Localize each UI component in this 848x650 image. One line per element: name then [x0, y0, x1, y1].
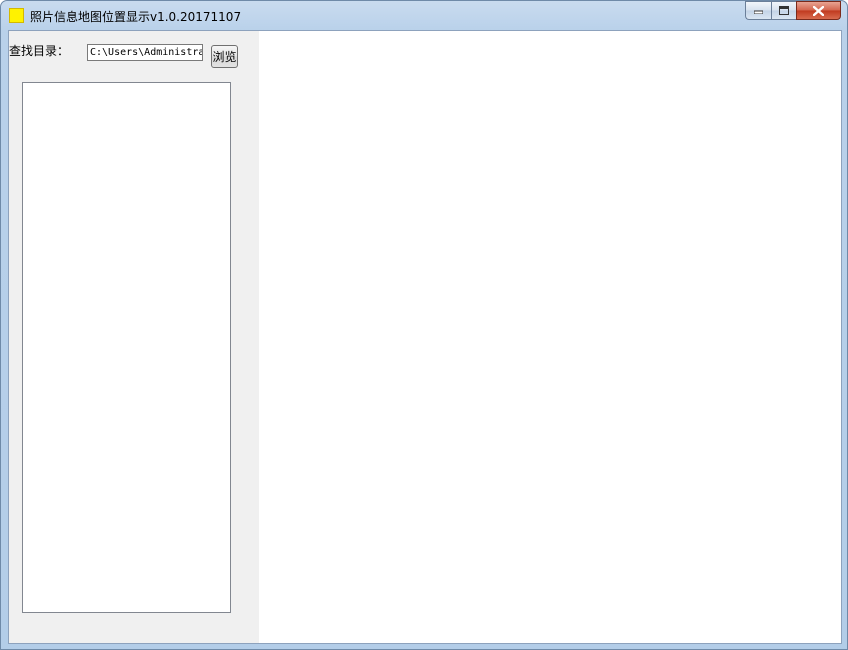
- photo-file-list[interactable]: [22, 82, 231, 613]
- minimize-icon: [754, 10, 763, 14]
- browse-button[interactable]: 浏览: [211, 45, 238, 68]
- maximize-icon: [779, 6, 789, 15]
- title-bar[interactable]: 照片信息地图位置显示v1.0.20171107: [1, 1, 847, 30]
- close-button[interactable]: [796, 1, 841, 20]
- directory-path-input[interactable]: C:\Users\Administrator: [87, 44, 203, 61]
- left-panel: 查找目录： C:\Users\Administrator 浏览: [9, 31, 259, 643]
- app-window: 照片信息地图位置显示v1.0.20171107 查找目录： C:\Users\A…: [0, 0, 848, 650]
- minimize-button[interactable]: [745, 1, 771, 20]
- window-title: 照片信息地图位置显示v1.0.20171107: [30, 10, 242, 24]
- close-icon: [813, 5, 824, 16]
- map-display-area[interactable]: [259, 31, 841, 643]
- app-icon[interactable]: [9, 8, 24, 23]
- maximize-button[interactable]: [771, 1, 796, 20]
- search-directory-label: 查找目录：: [9, 44, 70, 58]
- client-area: 查找目录： C:\Users\Administrator 浏览: [8, 30, 842, 644]
- caption-buttons: [745, 1, 841, 21]
